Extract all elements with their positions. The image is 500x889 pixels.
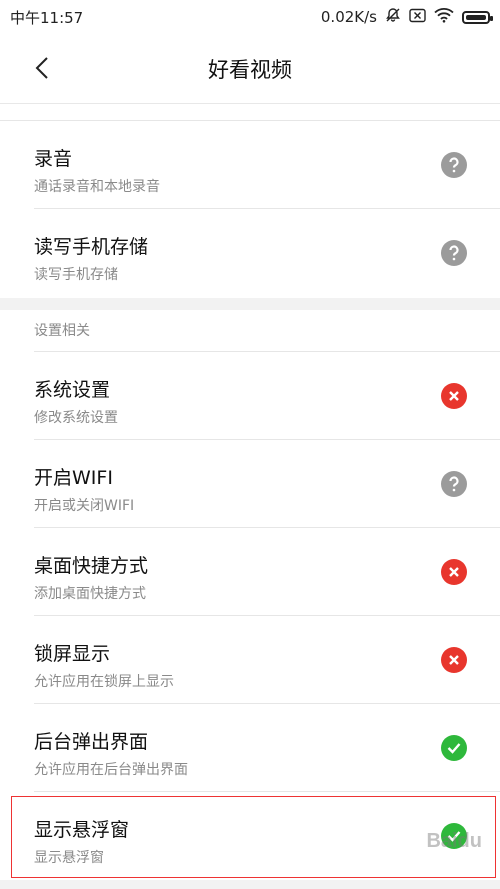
permission-desc: 允许应用在锁屏上显示 (34, 674, 174, 690)
bell-muted-icon (385, 7, 401, 27)
permission-desc: 读写手机存储 (34, 267, 118, 283)
bottom-separator (0, 880, 500, 889)
page-title: 好看视频 (208, 57, 292, 82)
permission-row-floating-window[interactable]: 显示悬浮窗 显示悬浮窗 (0, 792, 500, 880)
deny-x-icon[interactable] (441, 559, 467, 585)
status-icons: 0.02K/s (320, 7, 493, 27)
section-separator (0, 298, 500, 310)
permission-title: 显示悬浮窗 (34, 819, 130, 841)
permission-desc: 允许应用在后台弹出界面 (34, 762, 188, 778)
wifi-icon (434, 7, 454, 27)
permission-desc: 开启或关闭WIFI (34, 498, 135, 514)
permission-row-storage[interactable]: 读写手机存储 读写手机存储 (0, 209, 500, 297)
permission-row-background-popup[interactable]: 后台弹出界面 允许应用在后台弹出界面 (0, 704, 500, 792)
permission-title: 桌面快捷方式 (34, 555, 149, 577)
permission-desc: 修改系统设置 (34, 410, 118, 426)
permission-row-system-settings[interactable]: 系统设置 修改系统设置 (0, 352, 500, 440)
chevron-left-icon (35, 56, 49, 84)
permission-row-wifi[interactable]: 开启WIFI 开启或关闭WIFI (0, 440, 500, 528)
permission-row-lockscreen[interactable]: 锁屏显示 允许应用在锁屏上显示 (0, 616, 500, 704)
permission-title: 录音 (34, 148, 73, 170)
permission-row-record-audio[interactable]: 录音 通话录音和本地录音 (0, 121, 500, 209)
question-icon[interactable] (441, 240, 467, 266)
sim-x-icon (409, 8, 426, 27)
permission-desc: 通话录音和本地录音 (34, 179, 160, 195)
deny-x-icon[interactable] (441, 383, 467, 409)
back-button[interactable] (22, 50, 62, 90)
title-bar: 好看视频 (0, 34, 500, 104)
permission-title: 开启WIFI (34, 467, 113, 489)
allow-check-icon[interactable] (441, 735, 467, 761)
section-header-settings: 设置相关 (34, 323, 90, 339)
permission-title: 系统设置 (34, 379, 111, 401)
status-time: 中午11:57 (10, 8, 84, 27)
permission-title: 读写手机存储 (34, 236, 149, 258)
network-speed: 0.02K/s (320, 8, 377, 26)
permission-title: 锁屏显示 (34, 643, 111, 665)
permission-title: 后台弹出界面 (34, 731, 149, 753)
allow-check-icon[interactable] (441, 823, 467, 849)
battery-icon (462, 10, 493, 24)
question-icon[interactable] (441, 152, 467, 178)
permission-desc: 显示悬浮窗 (34, 850, 104, 866)
status-bar: 中午11:57 0.02K/s (0, 0, 500, 34)
question-icon[interactable] (441, 471, 467, 497)
permission-desc: 添加桌面快捷方式 (34, 586, 146, 602)
deny-x-icon[interactable] (441, 647, 467, 673)
permission-row-shortcut[interactable]: 桌面快捷方式 添加桌面快捷方式 (0, 528, 500, 616)
